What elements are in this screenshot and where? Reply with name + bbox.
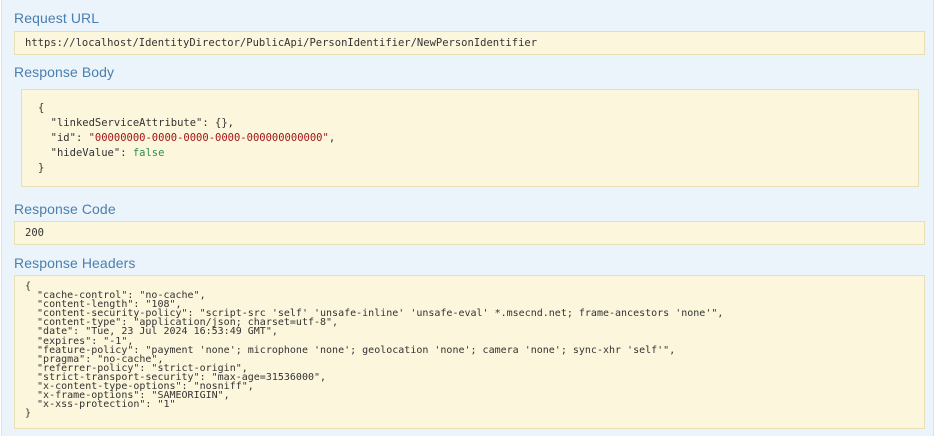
response-panel: Request URL https://localhost/IdentityDi…	[1, 0, 934, 436]
json-line-hide-value: "hideValue": false	[38, 146, 918, 161]
json-string-value: "00000000-0000-0000-0000-000000000000"	[88, 132, 329, 144]
header-line: "x-xss-protection": "1"	[25, 399, 176, 411]
json-line-linked-service: "linkedServiceAttribute": {},	[38, 116, 918, 131]
json-boolean-value: false	[132, 147, 165, 159]
response-body-heading: Response Body	[14, 64, 115, 80]
json-key: "hideValue":	[50, 147, 133, 159]
response-code-value[interactable]: 200	[14, 221, 925, 245]
headers-close-brace: }	[25, 408, 32, 420]
json-key: "linkedServiceAttribute":	[50, 117, 216, 129]
json-value: {},	[215, 117, 234, 129]
header-line: "date": "Tue, 23 Jul 2024 16:53:49 GMT",	[25, 326, 278, 338]
response-body-block[interactable]: { "linkedServiceAttribute": {}, "id": "0…	[21, 89, 919, 187]
request-url-value[interactable]: https://localhost/IdentityDirector/Publi…	[14, 31, 925, 55]
json-comma: ,	[328, 132, 336, 144]
json-line-id: "id": "00000000-0000-0000-0000-000000000…	[38, 131, 918, 146]
request-url-heading: Request URL	[14, 10, 100, 26]
json-open-brace: {	[38, 102, 45, 114]
response-headers-heading: Response Headers	[14, 255, 136, 271]
response-code-heading: Response Code	[14, 201, 116, 217]
json-close-brace: }	[38, 162, 45, 174]
json-key: "id":	[50, 132, 89, 144]
response-headers-block[interactable]: { "cache-control": "no-cache", "content-…	[14, 275, 925, 429]
